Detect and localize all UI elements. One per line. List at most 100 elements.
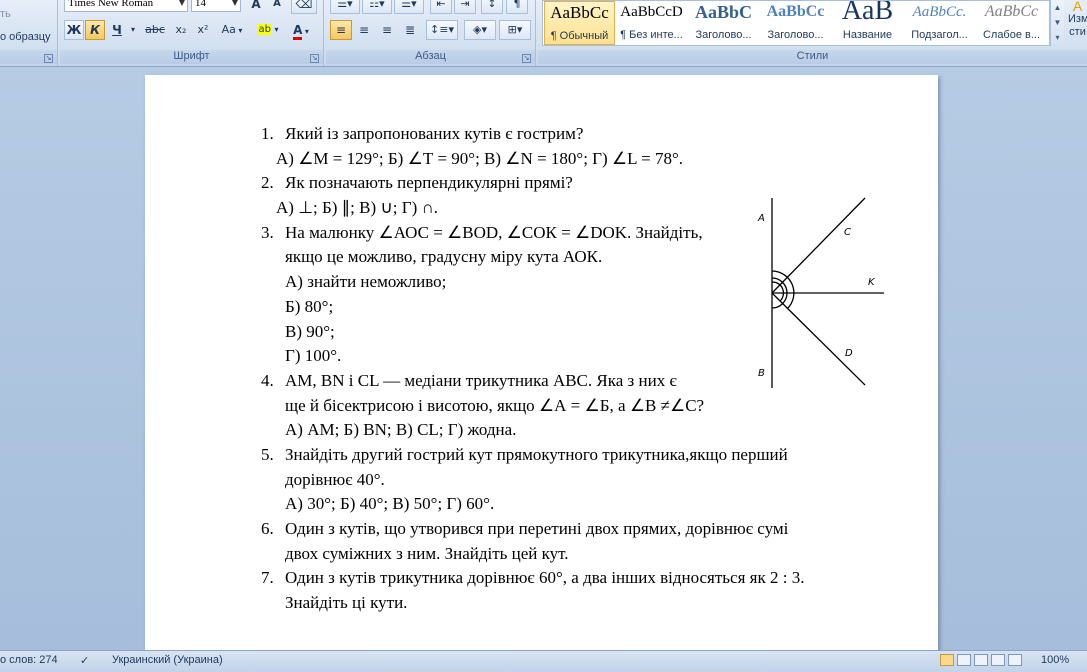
style-heading-1[interactable]: AaBbC Заголово... [688,1,759,45]
change-case-button[interactable]: Aa ▾ [217,20,247,40]
decrease-indent-button[interactable]: ⇤ [430,0,452,14]
multilevel-list-icon: ☰▾ [401,0,417,10]
line-text: двох суміжних з ним. Знайдіть цей кут. [285,543,569,563]
chevron-down-icon: ▼ [231,0,238,7]
line-text: А) ∠М = 129°; Б) ∠Т = 90°; В) ∠N = 180°;… [276,148,684,168]
format-painter-button[interactable]: о образцу [0,31,51,43]
font-color-button[interactable]: A ▾ [286,20,316,40]
align-left-button[interactable]: ≡ [330,20,352,40]
language-indicator[interactable]: Украинский (Украина) [112,654,223,666]
document-page[interactable]: 1. Який із запропонованих кутів є гострим… [145,75,938,655]
outline-view-icon[interactable] [991,654,1005,666]
numbering-button[interactable]: ☷▾ [362,0,392,14]
word-count[interactable]: о слов: 274 [0,654,58,666]
align-right-button[interactable]: ≡ [376,20,398,40]
style-subtitle[interactable]: AaBbCc. Подзагол... [904,1,975,45]
shrink-font-button[interactable]: A [267,0,287,14]
question-number: 3. [261,222,274,242]
question-number: 6. [261,519,274,538]
styles-group: AaBbCc ¶ Обычный AaBbCcD ¶ Без инте... A… [538,0,1087,66]
style-name: Заголово... [695,29,752,41]
paragraph-launcher-icon[interactable]: ↘ [522,54,531,63]
clear-format-button[interactable]: ⌫ [291,0,317,14]
chevron-up-icon[interactable]: ▲ [1051,0,1064,15]
more-styles-icon[interactable]: ▾ [1051,30,1064,45]
clipboard-launcher-icon[interactable]: ↘ [44,54,53,63]
status-bar: о слов: 274 ✓ Украинский (Украина) 100% [0,650,1087,672]
style-subtle-emphasis[interactable]: AaBbCc Слабое в... [976,1,1047,45]
change-case-label: Aa [221,23,236,36]
style-name: Слабое в... [982,29,1041,41]
styles-group-label: Стили [538,50,1087,64]
zoom-level[interactable]: 100% [1041,654,1069,666]
multilevel-list-button[interactable]: ☰▾ [394,0,424,14]
strikethrough-button[interactable]: abc [142,20,168,40]
line-text: якщо це можливо, градусну міру кута АОК. [285,247,603,267]
ribbon: ть о образцу ↘ Times New Roman ▼ 14 ▼ A … [0,0,1087,67]
font-name-combo[interactable]: Times New Roman ▼ [64,0,188,12]
bold-button[interactable]: Ж [64,20,84,40]
grow-font-button[interactable]: A [246,0,266,14]
line-text: Один з кутів трикутника дорівнює 60°, а … [285,568,805,588]
document-line: А) 30°; Б) 40°; В) 50°; Г) 60°. [261,492,881,517]
change-styles-button[interactable]: A Изм сти [1068,0,1087,39]
line-text: На малюнку ∠АОС = ∠ВОD, ∠СОК = ∠DOK. Зна… [285,222,703,242]
spellcheck-icon[interactable]: ✓ [80,654,89,667]
line-spacing-button[interactable]: ↕≡▾ [426,20,458,40]
styles-gallery: AaBbCc ¶ Обычный AaBbCcD ¶ Без инте... A… [542,0,1050,46]
justify-button[interactable]: ≣ [399,20,421,40]
font-launcher-icon[interactable]: ↘ [310,54,319,63]
line-text: А) ⊥; Б) ∥; В) ∪; Г) ∩. [276,198,439,218]
line-text: Знайдіть другий гострий кут прямокутного… [285,444,788,464]
change-styles-label-2: сти [1069,26,1086,38]
show-marks-button[interactable]: ¶ [506,0,528,14]
sort-icon: ↕ [487,0,497,10]
italic-button[interactable]: К [85,20,105,40]
full-screen-view-icon[interactable] [957,654,971,666]
style-heading-2[interactable]: AaBbCc Заголово... [760,1,831,45]
web-layout-view-icon[interactable] [974,654,988,666]
subscript-button[interactable]: x₂ [171,20,191,40]
chevron-down-icon[interactable]: ▼ [1051,15,1064,30]
pilcrow-icon: ¶ [513,0,521,10]
style-sample: AaB [841,1,894,26]
highlighter-icon: ab [257,24,272,35]
style-normal[interactable]: AaBbCc ¶ Обычный [544,1,615,45]
highlight-button[interactable]: ab ▾ [253,20,283,40]
style-title[interactable]: AaB Название [832,1,903,45]
style-sample: AaBbCcD [620,4,683,20]
bullets-button[interactable]: ☰▾ [330,0,360,14]
sort-button[interactable]: ↕ [481,0,503,14]
underline-dropdown-icon[interactable]: ▾ [127,20,139,40]
label-a: A [757,213,765,224]
style-sample: AaBbCc [550,3,609,22]
borders-icon: ⊞▾ [507,23,523,36]
line-text: Знайдіть ці кути. [285,593,408,613]
question-number: 1. [261,124,274,143]
clipboard-group: ть о образцу ↘ [0,0,58,66]
document-line: 6. Один з кутів, що утворився при перетин… [261,517,881,542]
question-number: 4. [261,370,274,390]
print-layout-view-icon[interactable] [940,654,954,666]
font-size-combo[interactable]: 14 ▼ [191,0,241,12]
style-name: ¶ Без инте... [620,29,683,41]
increase-indent-button[interactable]: ⇥ [454,0,476,14]
font-size-value: 14 [195,0,206,9]
document-line: 1. Який із запропонованих кутів є гострим… [261,122,881,147]
superscript-button[interactable]: x² [193,20,213,40]
font-name-value: Times New Roman [68,0,154,9]
align-center-icon: ≡ [358,23,370,37]
draft-view-icon[interactable] [1008,654,1022,666]
style-sample: AaBbC [694,2,752,22]
styles-scroll-control[interactable]: ▲ ▼ ▾ [1050,0,1064,46]
style-no-spacing[interactable]: AaBbCcD ¶ Без инте... [616,1,687,45]
label-b: B [758,368,765,379]
document-line: дорівнює 40°. [261,468,881,493]
underline-button[interactable]: Ч [107,20,127,40]
paragraph-group: ☰▾ ☷▾ ☰▾ ⇤ ⇥ ↕ ¶ ≡ ≡ ≡ ≣ ↕≡▾ ◈▾ ⊞▾ Абзац… [326,0,536,66]
shading-button[interactable]: ◈▾ [464,20,496,40]
borders-button[interactable]: ⊞▾ [499,20,531,40]
line-text: дорівнює 40°. [285,469,385,489]
line-text: А) знайти неможливо; [285,272,447,292]
align-center-button[interactable]: ≡ [353,20,375,40]
